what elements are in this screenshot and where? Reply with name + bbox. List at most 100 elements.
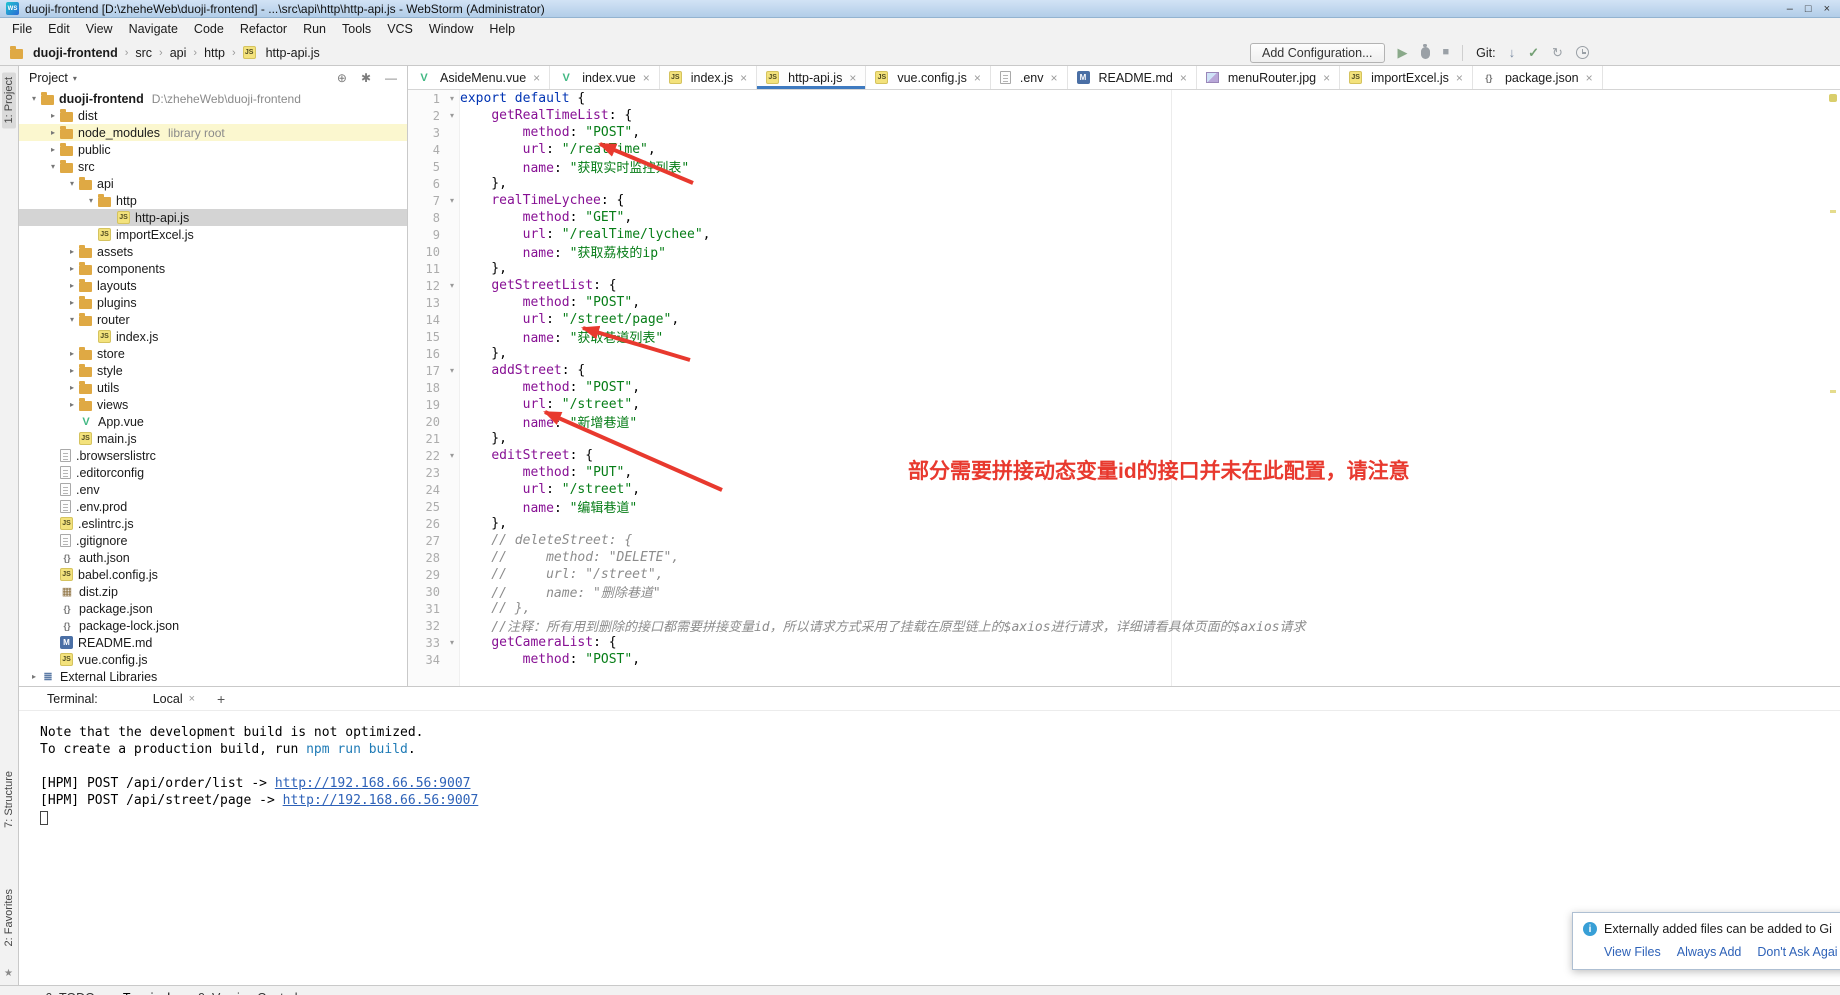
tree-item-http-api-js[interactable]: JShttp-api.js xyxy=(19,209,407,226)
line-number[interactable]: 29 xyxy=(408,568,444,582)
chevron-right-icon[interactable]: ▸ xyxy=(65,298,79,307)
close-icon[interactable]: × xyxy=(1180,71,1187,85)
menu-item-help[interactable]: Help xyxy=(481,22,523,36)
tree-item-style[interactable]: ▸style xyxy=(19,362,407,379)
line-number[interactable]: 27 xyxy=(408,534,444,548)
fold-icon[interactable]: ▾ xyxy=(444,94,460,103)
tree-item-editorconfig[interactable]: .editorconfig xyxy=(19,464,407,481)
tab-env[interactable]: .env× xyxy=(991,66,1068,89)
stop-icon[interactable]: ■ xyxy=(1443,47,1450,58)
stripe-structure-button[interactable]: 7: Structure xyxy=(2,766,16,833)
tree-item-views[interactable]: ▸views xyxy=(19,396,407,413)
code-text[interactable]: export default { xyxy=(460,91,585,106)
tree-item-assets[interactable]: ▸assets xyxy=(19,243,407,260)
close-icon[interactable]: × xyxy=(1824,3,1830,15)
status-item-6-todo[interactable]: 6: TODO xyxy=(45,991,95,995)
tree-item-package-lock-json[interactable]: {}package-lock.json xyxy=(19,617,407,634)
code-text[interactable]: }, xyxy=(460,176,507,191)
new-terminal-button[interactable]: + xyxy=(217,691,225,707)
code-text[interactable]: name: "获取荔枝的ip" xyxy=(460,242,666,261)
line-number[interactable]: 25 xyxy=(408,500,444,514)
breadcrumb-item-http-api-js[interactable]: JShttp-api.js xyxy=(243,46,320,60)
stripe-favorites-button[interactable]: 2: Favorites xyxy=(2,884,16,951)
tree-item-api[interactable]: ▾api xyxy=(19,175,407,192)
line-number[interactable]: 6 xyxy=(408,177,444,191)
tree-item-index-js[interactable]: JSindex.js xyxy=(19,328,407,345)
stripe-project-button[interactable]: 1: Project xyxy=(2,72,16,128)
notification-action-view-files[interactable]: View Files xyxy=(1604,945,1661,959)
notification-action-always-add[interactable]: Always Add xyxy=(1677,945,1742,959)
menu-item-navigate[interactable]: Navigate xyxy=(121,22,186,36)
fold-icon[interactable]: ▾ xyxy=(444,111,460,120)
line-number[interactable]: 10 xyxy=(408,245,444,259)
chevron-down-icon[interactable]: ▾ xyxy=(65,179,79,188)
terminal-output[interactable]: Note that the development build is not o… xyxy=(19,711,1840,827)
line-number[interactable]: 23 xyxy=(408,466,444,480)
tab-package-json[interactable]: {}package.json× xyxy=(1473,66,1603,89)
menu-item-view[interactable]: View xyxy=(78,22,121,36)
code-text[interactable]: method: "POST", xyxy=(460,125,640,140)
chevron-right-icon[interactable]: ▸ xyxy=(65,264,79,273)
status-item-9-version-control[interactable]: 9: Version Control xyxy=(198,991,297,995)
tree-item-store[interactable]: ▸store xyxy=(19,345,407,362)
close-icon[interactable]: × xyxy=(1586,71,1593,85)
close-icon[interactable]: × xyxy=(643,71,650,85)
line-number[interactable]: 12 xyxy=(408,279,444,293)
line-number[interactable]: 33 xyxy=(408,636,444,650)
close-icon[interactable]: × xyxy=(189,693,195,705)
line-number[interactable]: 1 xyxy=(408,92,444,106)
line-number[interactable]: 31 xyxy=(408,602,444,616)
terminal-link[interactable]: http://192.168.66.56:9007 xyxy=(283,793,479,808)
fold-icon[interactable]: ▾ xyxy=(444,196,460,205)
debug-icon[interactable] xyxy=(1421,47,1430,59)
menu-item-refactor[interactable]: Refactor xyxy=(232,22,295,36)
tree-item-src[interactable]: ▾src xyxy=(19,158,407,175)
line-number[interactable]: 19 xyxy=(408,398,444,412)
line-number[interactable]: 7 xyxy=(408,194,444,208)
tree-item-node-modules[interactable]: ▸node_moduleslibrary root xyxy=(19,124,407,141)
tree-item-main-js[interactable]: JSmain.js xyxy=(19,430,407,447)
chevron-right-icon[interactable]: ▸ xyxy=(46,111,60,120)
tree-item-app-vue[interactable]: VApp.vue xyxy=(19,413,407,430)
error-stripe-mark[interactable] xyxy=(1830,390,1836,393)
breadcrumb-item-api[interactable]: api xyxy=(170,46,187,60)
chevron-right-icon[interactable]: ▸ xyxy=(27,672,41,681)
code-text[interactable]: }, xyxy=(460,261,507,276)
tree-item-plugins[interactable]: ▸plugins xyxy=(19,294,407,311)
terminal-tab-local[interactable]: Local × xyxy=(153,692,195,706)
tab-asidemenu-vue[interactable]: VAsideMenu.vue× xyxy=(408,66,550,89)
menu-item-code[interactable]: Code xyxy=(186,22,232,36)
line-number[interactable]: 2 xyxy=(408,109,444,123)
locate-icon[interactable]: ⊕ xyxy=(337,71,347,85)
tree-item-duoji-frontend[interactable]: ▾duoji-frontendD:\zheheWeb\duoji-fronten… xyxy=(19,90,407,107)
tree-item-dist[interactable]: ▸dist xyxy=(19,107,407,124)
chevron-down-icon[interactable]: ▾ xyxy=(84,196,98,205)
breadcrumb-item-http[interactable]: http xyxy=(204,46,225,60)
menu-item-run[interactable]: Run xyxy=(295,22,334,36)
fold-icon[interactable]: ▾ xyxy=(444,366,460,375)
tree-item-eslintrc-js[interactable]: JS.eslintrc.js xyxy=(19,515,407,532)
fold-icon[interactable]: ▾ xyxy=(444,281,460,290)
line-number[interactable]: 21 xyxy=(408,432,444,446)
code-text[interactable]: editStreet: { xyxy=(460,448,593,463)
code-text[interactable]: // deleteStreet: { xyxy=(460,533,632,548)
chevron-down-icon[interactable]: ▾ xyxy=(46,162,60,171)
terminal-link[interactable]: http://192.168.66.56:9007 xyxy=(275,776,471,791)
code-text[interactable]: url: "/street", xyxy=(460,482,640,497)
code-text[interactable]: }, xyxy=(460,346,507,361)
code-text[interactable]: name: "新增巷道" xyxy=(460,412,637,431)
close-icon[interactable]: × xyxy=(974,71,981,85)
code-text[interactable]: realTimeLychee: { xyxy=(460,193,624,208)
error-stripe-mark[interactable] xyxy=(1830,210,1836,213)
code-text[interactable]: addStreet: { xyxy=(460,363,585,378)
terminal-cursor[interactable] xyxy=(40,811,48,825)
tab-http-api-js[interactable]: JShttp-api.js× xyxy=(757,66,866,89)
chevron-right-icon[interactable]: ▸ xyxy=(65,349,79,358)
code-text[interactable]: }, xyxy=(460,431,507,446)
line-number[interactable]: 15 xyxy=(408,330,444,344)
git-update-icon[interactable]: ↓ xyxy=(1509,46,1516,59)
tree-item-utils[interactable]: ▸utils xyxy=(19,379,407,396)
tree-item-package-json[interactable]: {}package.json xyxy=(19,600,407,617)
code-text[interactable]: method: "PUT", xyxy=(460,465,632,480)
line-number[interactable]: 18 xyxy=(408,381,444,395)
